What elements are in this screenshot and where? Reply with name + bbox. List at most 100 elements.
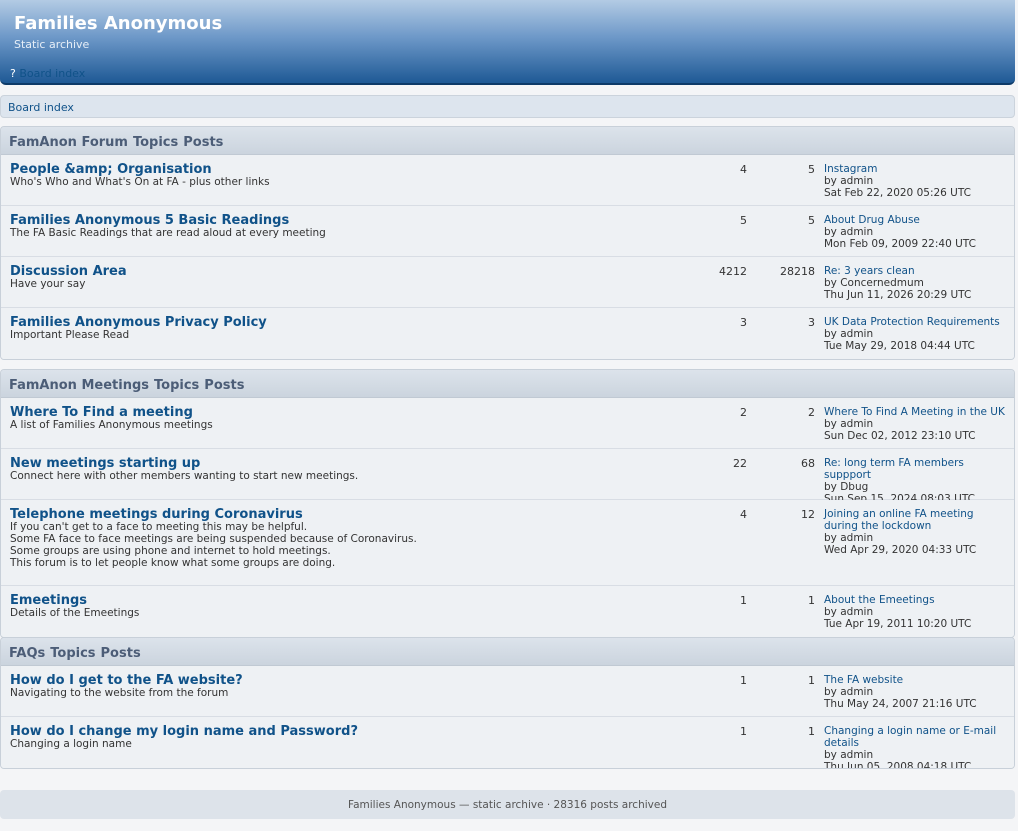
last-post-date: Thu Jun 11, 2026 20:29 UTC [824, 289, 972, 301]
posts-column-header: Posts [183, 135, 224, 150]
forum-title-link[interactable]: New meetings starting up [10, 456, 200, 471]
forum-title-link[interactable]: Telephone meetings during Coronavirus [10, 507, 303, 522]
section-header: FamAnon Meetings Topics Posts [1, 370, 1014, 398]
forum-section: FamAnon Forum Topics Posts People &amp; Org… [0, 126, 1015, 360]
topics-column-header: Topics [50, 646, 96, 661]
topics-count: 3 [740, 316, 747, 329]
forum-description-line: Changing a login name [10, 738, 132, 750]
forum-row: How do I change my login name and Passwo… [1, 717, 1014, 768]
topics-column-header: Topics [154, 378, 200, 393]
forum-section: FamAnon Meetings Topics Posts Where To Find… [0, 369, 1015, 638]
topics-count: 1 [740, 725, 747, 738]
topics-count: 1 [740, 594, 747, 607]
topics-count: 4212 [719, 265, 747, 278]
nav-board-index[interactable]: ? Board index [10, 67, 85, 80]
forum-description: Have your say [10, 278, 85, 290]
last-post: About Drug Abuse by admin Mon Feb 09, 2009… [824, 214, 1009, 250]
last-post-link[interactable]: Joining an online FA meeting during the … [824, 508, 1009, 532]
forum-title-link[interactable]: How do I get to the FA website? [10, 673, 243, 688]
forum-description: Details of the Emeetings [10, 607, 139, 619]
forum-description-line: Some groups are using phone and internet… [10, 545, 331, 557]
last-post: Instagram by admin Sat Feb 22, 2020 05:26 … [824, 163, 1009, 199]
forum-title-link[interactable]: Where To Find a meeting [10, 405, 193, 420]
forum-description-line: This forum is to let people know what so… [10, 557, 336, 569]
last-post-link[interactable]: Changing a login name or E-mail details [824, 725, 1009, 749]
section-title[interactable]: FAQs [9, 646, 45, 661]
forum-row: Families Anonymous Privacy Policy Importa… [1, 308, 1014, 359]
posts-count: 1 [808, 594, 815, 607]
breadcrumb: Board index [0, 95, 1015, 118]
forum-description-line: Have your say [10, 278, 86, 290]
last-post-date: Sun Dec 02, 2012 23:10 UTC [824, 430, 976, 442]
forum-description: The FA Basic Readings that are read alou… [10, 227, 326, 239]
forum-row: Emeetings Details of the Emeetings 1 1 About… [1, 586, 1014, 637]
forum-description-line: If you can't get to a face to meeting th… [10, 521, 308, 533]
posts-count: 28218 [780, 265, 815, 278]
section-title[interactable]: FamAnon Meetings [9, 378, 149, 393]
site-title: Families Anonymous [14, 13, 223, 34]
section-header: FAQs Topics Posts [1, 638, 1014, 666]
last-post: Changing a login name or E-mail details b… [824, 725, 1009, 769]
forum-row: How do I get to the FA website? Navigatin… [1, 666, 1014, 717]
forum-description-line: A list of Families Anonymous meetings [10, 419, 213, 431]
forum-title-link[interactable]: Emeetings [10, 593, 87, 608]
last-post-link[interactable]: About Drug Abuse [824, 214, 1009, 226]
forum-description-line: Some FA face to face meetings are being … [10, 533, 417, 545]
forum-description-line: Details of the Emeetings [10, 607, 140, 619]
last-post-author: by admin [824, 532, 874, 544]
last-post-author: by admin [824, 175, 874, 187]
help-icon: ? [10, 67, 16, 80]
forum-title-link[interactable]: Families Anonymous 5 Basic Readings [10, 213, 289, 228]
last-post-link[interactable]: The FA website [824, 674, 1009, 686]
section-header: FamAnon Forum Topics Posts [1, 127, 1014, 155]
last-post-link[interactable]: UK Data Protection Requirements [824, 316, 1009, 328]
last-post-date: Thu Jun 05, 2008 04:18 UTC [824, 761, 972, 769]
forum-title-link[interactable]: People &amp; Organisation [10, 162, 212, 177]
last-post-date: Thu May 24, 2007 21:16 UTC [824, 698, 977, 710]
last-post-date: Mon Feb 09, 2009 22:40 UTC [824, 238, 976, 250]
forum-description: Who's Who and What's On at FA - plus oth… [10, 176, 270, 188]
topics-column-header: Topics [132, 135, 179, 150]
last-post: Joining an online FA meeting during the … [824, 508, 1009, 556]
last-post-link[interactable]: Re: long term FA members suppport [824, 457, 1009, 481]
last-post-link[interactable]: About the Emeetings [824, 594, 1009, 606]
topics-count: 22 [733, 457, 747, 470]
forum-title-link[interactable]: How do I change my login name and Passwo… [10, 724, 358, 739]
last-post: Re: long term FA members suppport by Dbug… [824, 457, 1009, 505]
topics-count: 5 [740, 214, 747, 227]
last-post: Re: 3 years clean by Concernedmum Thu Jun … [824, 265, 1009, 301]
forum-title-link[interactable]: Discussion Area [10, 264, 127, 279]
last-post-date: Sat Feb 22, 2020 05:26 UTC [824, 187, 971, 199]
posts-count: 1 [808, 674, 815, 687]
last-post-link[interactable]: Instagram [824, 163, 1009, 175]
last-post-author: by admin [824, 606, 874, 618]
forum-description-line: Important Please Read [10, 329, 130, 341]
forum-row: Telephone meetings during Coronavirus If … [1, 500, 1014, 586]
posts-column-header: Posts [204, 378, 245, 393]
posts-column-header: Posts [100, 646, 141, 661]
forum-description-line: The FA Basic Readings that are read alou… [10, 227, 326, 239]
posts-count: 3 [808, 316, 815, 329]
forum-title-link[interactable]: Families Anonymous Privacy Policy [10, 315, 267, 330]
forum-description: If you can't get to a face to meeting th… [10, 521, 417, 569]
forum-description-line: Navigating to the website from the forum [10, 687, 229, 699]
last-post-author: by Dbug [824, 481, 869, 493]
last-post: UK Data Protection Requirements by admin T… [824, 316, 1009, 352]
topics-count: 4 [740, 163, 747, 176]
breadcrumb-board-index[interactable]: Board index [8, 101, 74, 114]
posts-count: 12 [801, 508, 815, 521]
posts-count: 5 [808, 163, 815, 176]
topics-count: 4 [740, 508, 747, 521]
last-post-author: by Concernedmum [824, 277, 924, 289]
last-post-link[interactable]: Re: 3 years clean [824, 265, 1009, 277]
last-post-link[interactable]: Where To Find A Meeting in the UK [824, 406, 1009, 418]
last-post-date: Tue May 29, 2018 04:44 UTC [824, 340, 975, 352]
forum-description-line: Connect here with other members wanting … [10, 470, 359, 482]
nav-board-index-link[interactable]: Board index [19, 67, 85, 80]
posts-count: 2 [808, 406, 815, 419]
last-post-author: by admin [824, 226, 874, 238]
section-title[interactable]: FamAnon Forum [9, 135, 128, 150]
forum-section: FAQs Topics Posts How do I get to the FA we… [0, 637, 1015, 769]
last-post-author: by admin [824, 749, 874, 761]
forum-row: Discussion Area Have your say 4212 28218 Re:… [1, 257, 1014, 308]
